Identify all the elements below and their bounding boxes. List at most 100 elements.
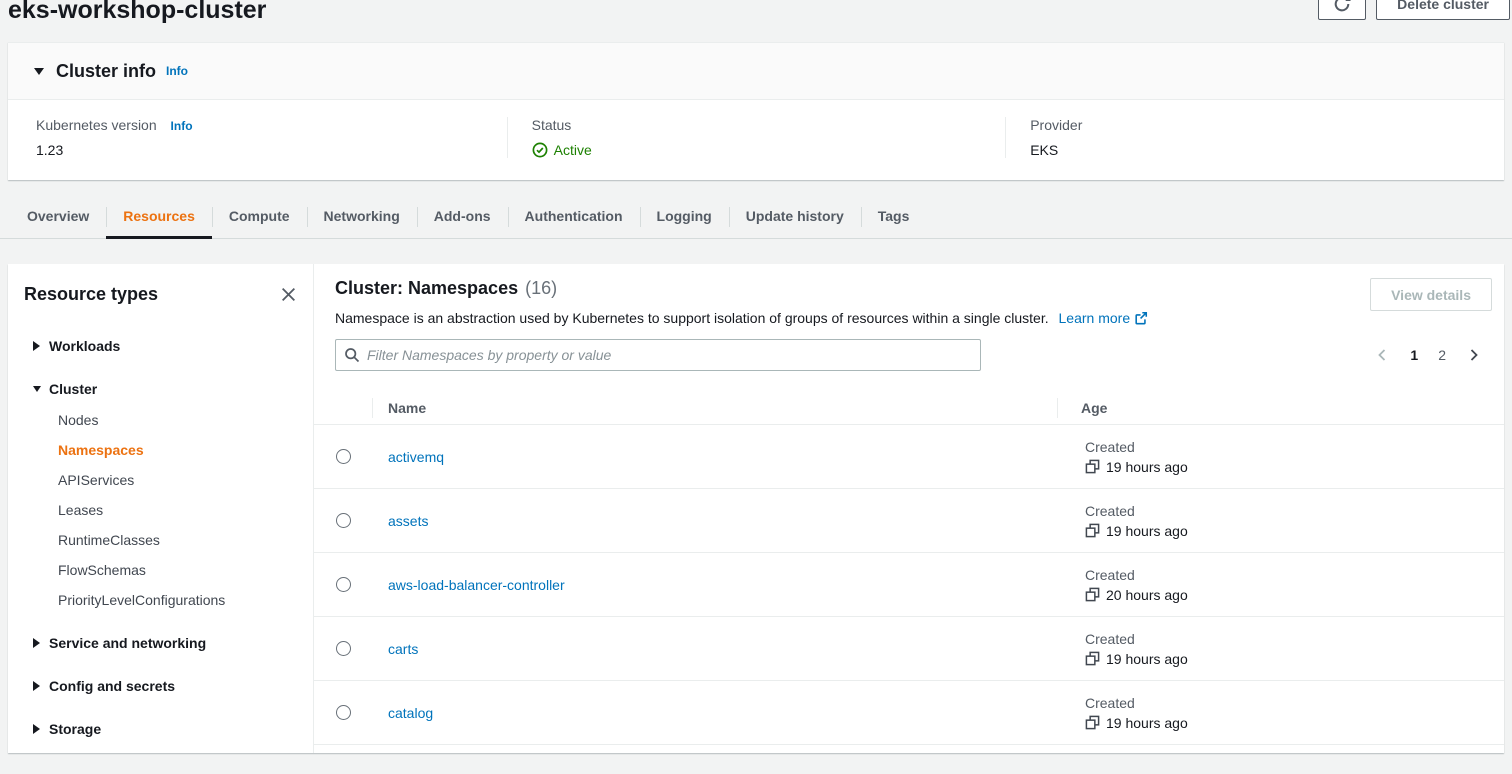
copy-icon[interactable] bbox=[1085, 651, 1100, 666]
group-workloads-toggle[interactable]: Workloads bbox=[24, 331, 301, 361]
age-created-label: Created bbox=[1085, 503, 1504, 519]
namespace-link[interactable]: catalog bbox=[388, 705, 433, 721]
row-radio[interactable] bbox=[336, 449, 351, 464]
caret-right-icon bbox=[33, 681, 49, 691]
group-config-secrets-toggle[interactable]: Config and secrets bbox=[24, 671, 301, 701]
kubernetes-version-info-link[interactable]: Info bbox=[171, 119, 193, 133]
namespace-link[interactable]: aws-load-balancer-controller bbox=[388, 577, 565, 593]
next-page-button[interactable] bbox=[1458, 343, 1490, 367]
cluster-info-header[interactable]: Cluster info Info bbox=[8, 43, 1504, 100]
table-row: catalog Created 19 hours ago bbox=[314, 681, 1504, 745]
close-sidebar-button[interactable] bbox=[276, 282, 301, 307]
group-config-and-secrets: Config and secrets bbox=[24, 671, 301, 701]
pagination: 1 2 bbox=[1366, 343, 1490, 367]
page-1-button[interactable]: 1 bbox=[1402, 343, 1426, 367]
namespace-link[interactable]: activemq bbox=[388, 449, 444, 465]
learn-more-link[interactable]: Learn more bbox=[1059, 310, 1149, 326]
tab-logging[interactable]: Logging bbox=[640, 193, 729, 238]
caret-right-icon bbox=[33, 638, 49, 648]
status-badge: Active bbox=[532, 142, 1006, 158]
tab-networking[interactable]: Networking bbox=[307, 193, 417, 238]
sidebar-item-nodes[interactable]: Nodes bbox=[24, 405, 301, 435]
tab-update-history[interactable]: Update history bbox=[729, 193, 861, 238]
row-radio[interactable] bbox=[336, 513, 351, 528]
group-service-networking-toggle[interactable]: Service and networking bbox=[24, 628, 301, 658]
namespaces-main: Cluster: Namespaces (16) Namespace is an… bbox=[314, 264, 1504, 753]
header-actions: Delete cluster bbox=[1318, 0, 1510, 20]
row-radio[interactable] bbox=[336, 577, 351, 592]
chevron-right-icon bbox=[1466, 347, 1482, 363]
row-radio[interactable] bbox=[336, 705, 351, 720]
age-value-text: 19 hours ago bbox=[1106, 715, 1188, 731]
age-created-label: Created bbox=[1085, 631, 1504, 647]
group-cluster: Cluster Nodes Namespaces APIServices Lea… bbox=[24, 374, 301, 615]
tab-authentication[interactable]: Authentication bbox=[508, 193, 640, 238]
description-text: Namespace is an abstraction used by Kube… bbox=[335, 310, 1049, 326]
table-header-row: Name Age bbox=[314, 391, 1504, 425]
provider-value: EKS bbox=[1030, 142, 1504, 158]
namespace-link[interactable]: assets bbox=[388, 513, 428, 529]
view-details-button[interactable]: View details bbox=[1370, 278, 1492, 311]
table-row: carts Created 19 hours ago bbox=[314, 617, 1504, 681]
provider-label: Provider bbox=[1030, 117, 1504, 133]
group-label: Cluster bbox=[49, 381, 97, 397]
external-link-icon bbox=[1134, 311, 1148, 325]
previous-page-button[interactable] bbox=[1366, 343, 1398, 367]
field-kubernetes-version: Kubernetes version Info 1.23 bbox=[8, 117, 507, 158]
kubernetes-version-label: Kubernetes version bbox=[36, 117, 157, 133]
sidebar-title: Resource types bbox=[24, 284, 158, 305]
copy-icon[interactable] bbox=[1085, 459, 1100, 474]
age-created-label: Created bbox=[1085, 567, 1504, 583]
field-status: Status Active bbox=[507, 117, 1006, 158]
learn-more-text: Learn more bbox=[1059, 310, 1131, 326]
tab-add-ons[interactable]: Add-ons bbox=[417, 193, 508, 238]
age-value-text: 19 hours ago bbox=[1106, 459, 1188, 475]
tab-compute[interactable]: Compute bbox=[212, 193, 307, 238]
group-label: Workloads bbox=[49, 338, 120, 354]
cluster-info-info-link[interactable]: Info bbox=[166, 64, 188, 78]
caret-down-icon bbox=[33, 386, 49, 392]
table-row: activemq Created 19 hours ago bbox=[314, 425, 1504, 489]
page-2-button[interactable]: 2 bbox=[1430, 343, 1454, 367]
age-column-header: Age bbox=[1057, 400, 1504, 416]
kubernetes-version-value: 1.23 bbox=[36, 142, 507, 158]
sidebar-item-runtimeclasses[interactable]: RuntimeClasses bbox=[24, 525, 301, 555]
age-value-text: 19 hours ago bbox=[1106, 651, 1188, 667]
row-radio[interactable] bbox=[336, 641, 351, 656]
tab-bar: Overview Resources Compute Networking Ad… bbox=[0, 193, 1512, 239]
sidebar-item-prioritylevelconfigurations[interactable]: PriorityLevelConfigurations bbox=[24, 585, 301, 615]
group-workloads: Workloads bbox=[24, 331, 301, 361]
close-icon bbox=[280, 286, 297, 303]
collapse-caret-icon bbox=[34, 68, 44, 75]
tab-resources[interactable]: Resources bbox=[106, 193, 212, 238]
sidebar-item-leases[interactable]: Leases bbox=[24, 495, 301, 525]
tab-tags[interactable]: Tags bbox=[861, 193, 927, 238]
age-value-text: 19 hours ago bbox=[1106, 523, 1188, 539]
refresh-button[interactable] bbox=[1318, 0, 1366, 20]
copy-icon[interactable] bbox=[1085, 715, 1100, 730]
table-row: assets Created 19 hours ago bbox=[314, 489, 1504, 553]
table-count: (16) bbox=[525, 278, 557, 299]
resource-types-sidebar: Resource types Workloads Cluster Nodes N… bbox=[8, 264, 314, 753]
group-cluster-toggle[interactable]: Cluster bbox=[24, 374, 301, 404]
search-icon bbox=[344, 347, 360, 363]
group-storage-toggle[interactable]: Storage bbox=[24, 714, 301, 744]
table-title: Cluster: Namespaces bbox=[335, 278, 518, 299]
copy-icon[interactable] bbox=[1085, 523, 1100, 538]
table-description: Namespace is an abstraction used by Kube… bbox=[335, 310, 1148, 326]
group-label: Config and secrets bbox=[49, 678, 175, 694]
age-value-text: 20 hours ago bbox=[1106, 587, 1188, 603]
namespace-link[interactable]: carts bbox=[388, 641, 418, 657]
refresh-icon bbox=[1333, 0, 1351, 13]
delete-cluster-button[interactable]: Delete cluster bbox=[1376, 0, 1510, 20]
sidebar-item-apiservices[interactable]: APIServices bbox=[24, 465, 301, 495]
filter-namespaces-input[interactable] bbox=[367, 347, 972, 363]
page-title: eks-workshop-cluster bbox=[8, 0, 1512, 25]
sidebar-item-flowschemas[interactable]: FlowSchemas bbox=[24, 555, 301, 585]
tab-overview[interactable]: Overview bbox=[10, 193, 106, 238]
sidebar-item-namespaces[interactable]: Namespaces bbox=[24, 435, 301, 465]
copy-icon[interactable] bbox=[1085, 587, 1100, 602]
name-column-header: Name bbox=[372, 400, 1057, 416]
group-label: Service and networking bbox=[49, 635, 206, 651]
cluster-info-panel: Cluster info Info Kubernetes version Inf… bbox=[8, 42, 1504, 180]
